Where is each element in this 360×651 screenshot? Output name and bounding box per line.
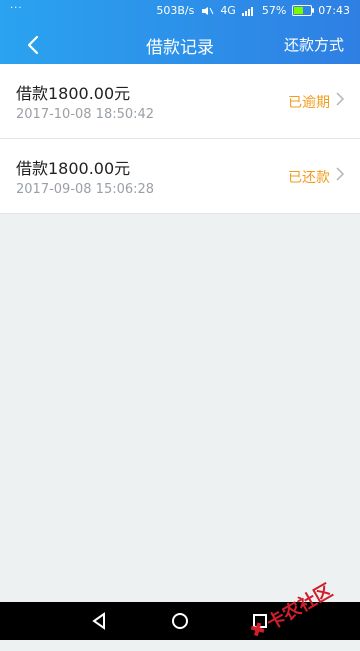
app-bar: 借款记录 还款方式	[0, 24, 360, 64]
list-item[interactable]: 借款1800.00元 2017-10-08 18:50:42 已逾期	[0, 64, 360, 139]
mute-icon	[200, 6, 214, 16]
circle-home-icon	[172, 613, 188, 629]
nav-back-button[interactable]	[88, 610, 112, 632]
status-badge: 已还款	[288, 170, 330, 186]
loan-datetime: 2017-09-08 15:06:28	[16, 182, 155, 197]
status-bar: ··· 503B/s 4G 57% 07:43	[0, 0, 360, 24]
status-right: 503B/s 4G 57% 07:43	[156, 4, 350, 17]
status-badge: 已逾期	[288, 95, 330, 111]
clock: 07:43	[318, 4, 350, 17]
nav-home-button[interactable]	[168, 610, 192, 632]
chevron-right-icon	[336, 167, 345, 181]
loan-datetime: 2017-10-08 18:50:42	[16, 107, 155, 122]
status-dots: ···	[10, 3, 23, 14]
loan-amount: 借款1800.00元	[16, 159, 131, 178]
battery-percent: 57%	[261, 4, 287, 17]
top-header: ··· 503B/s 4G 57% 07:43 借款记录 还款方式	[0, 0, 360, 64]
signal-icon	[241, 6, 256, 16]
loan-amount: 借款1800.00元	[16, 84, 131, 103]
loan-record-list: 借款1800.00元 2017-10-08 18:50:42 已逾期 借款180…	[0, 64, 360, 214]
network-speed: 503B/s	[156, 4, 195, 17]
list-item[interactable]: 借款1800.00元 2017-09-08 15:06:28 已还款	[0, 139, 360, 214]
battery-icon	[292, 5, 315, 16]
repayment-method-link[interactable]: 还款方式	[284, 34, 344, 55]
triangle-back-icon	[92, 612, 105, 630]
network-label: 4G	[220, 4, 236, 17]
chevron-right-icon	[336, 92, 345, 106]
